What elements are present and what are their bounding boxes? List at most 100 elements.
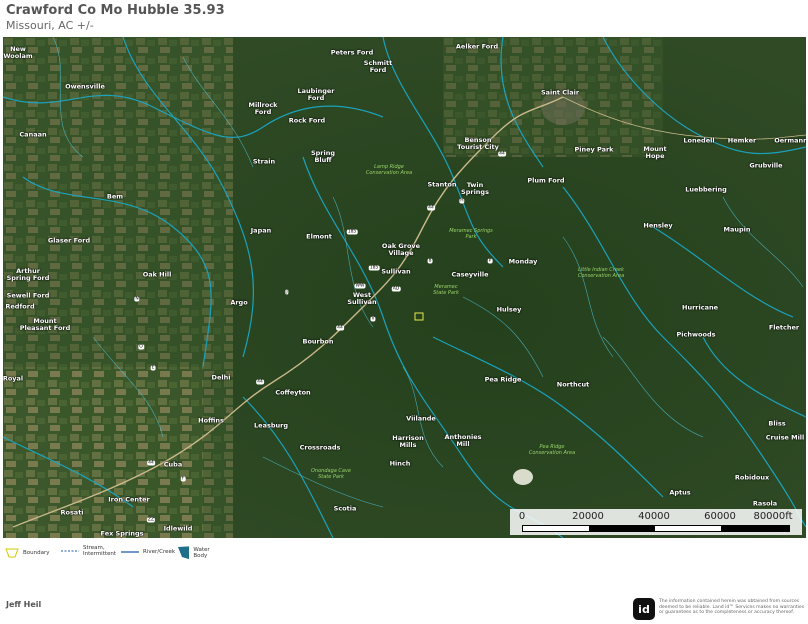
place-label: Japan [250, 226, 272, 235]
place-label: Saint Clair [540, 88, 580, 97]
scale-label-20000: 20000 [572, 511, 604, 522]
place-label: Twin Springs [461, 181, 489, 196]
place-label: Hinch [389, 459, 411, 468]
place-label: Bem [106, 192, 124, 201]
place-label: Crossroads [299, 443, 341, 452]
place-label: Laubinger Ford [297, 87, 335, 102]
place-label: Glaser Ford [47, 236, 91, 245]
place-label: Luebbering [685, 185, 727, 194]
water-body-icon [178, 546, 190, 560]
legend-river-label: River/Creek [143, 549, 176, 555]
road-shield: 8 [427, 258, 433, 264]
river-icon [121, 551, 139, 553]
place-label: Redford [5, 302, 35, 311]
place-label: Oak Grove Village [381, 242, 421, 257]
map-subtitle: Missouri, AC +/- [6, 19, 94, 32]
place-label: Northcut [556, 380, 590, 389]
place-label: Mount Pleasant Ford [19, 317, 71, 332]
place-label: Plum Ford [527, 176, 565, 185]
place-label: Scotia [333, 504, 357, 513]
road-shield: 44 [147, 460, 155, 466]
place-label: Hurricane [682, 303, 718, 312]
conservation-area-label: Onondaga Cave State Park [311, 468, 351, 480]
scale-label-80000: 80000ft [753, 511, 793, 522]
place-label: Delhi [211, 373, 231, 382]
place-label: Arthur Spring Ford [6, 267, 50, 282]
place-label: Hensley [643, 221, 673, 230]
legend-river: River/Creek [121, 548, 175, 556]
conservation-area-label: Lamp Ridge Conservation Area [365, 164, 413, 176]
place-label: Hoffins [198, 416, 224, 425]
scale-label-40000: 40000 [638, 511, 670, 522]
place-label: Benson Tourist City [457, 136, 499, 151]
scale-label-0: 0 [518, 511, 526, 522]
place-label: Idlewild [163, 524, 193, 533]
place-label: Stanton [427, 180, 457, 189]
place-label: Sullivan [381, 267, 411, 276]
place-label: Robidoux [734, 473, 770, 482]
place-label: Monday [508, 257, 538, 266]
scale-bar: 0 20000 40000 60000 80000ft [510, 509, 802, 535]
road-shield: 185 [346, 229, 358, 235]
conservation-area-label: Meramec Springs Park [449, 228, 493, 240]
conservation-area-label: Pea Ridge Conservation Area [528, 444, 576, 456]
place-label: Millrock Ford [248, 101, 278, 116]
place-label: Bourbon [302, 337, 334, 346]
land-id-logo: id [633, 598, 655, 620]
place-label: Harrison Mills [392, 434, 424, 449]
road-shield: WW [354, 283, 366, 289]
place-label: Fex Springs [100, 529, 144, 538]
place-label: Leasburg [254, 421, 288, 430]
legend-stream-label: Stream, Intermittent [83, 545, 117, 557]
legend-stream: Stream, Intermittent [61, 545, 116, 557]
place-label: Rosati [60, 508, 84, 517]
road-shield: 44 [336, 325, 344, 331]
place-label: Piney Park [574, 145, 614, 154]
place-label: Caseyville [451, 270, 489, 279]
place-label: Elmont [306, 232, 332, 241]
place-label: Maupin [723, 225, 751, 234]
satellite-map[interactable]: New Woolam Owensville Canaan Bem Glaser Ford A… [3, 37, 806, 538]
place-label: Grubville [749, 161, 783, 170]
road-shield: E [150, 365, 156, 371]
place-label: Viilande [406, 414, 436, 423]
map-title: Crawford Co Mo Hubble 35.93 [6, 3, 225, 18]
road-shield: 185 [368, 265, 380, 271]
place-label: Strain [252, 157, 276, 166]
place-label: Royal [3, 374, 24, 383]
place-label: Schmitt Ford [363, 59, 393, 74]
place-label: Peters Ford [330, 48, 374, 57]
place-label: Hulsey [496, 305, 522, 314]
place-label: Lonedell [683, 136, 715, 145]
place-label: Mount Hope [643, 145, 667, 160]
road-shield: 44 [498, 151, 506, 157]
scale-bar-graphic [522, 525, 790, 532]
legend-water-label: Water Body [193, 547, 210, 559]
boundary-icon [5, 548, 19, 558]
place-label: New Woolam [3, 45, 33, 60]
road-shield: O [138, 344, 144, 350]
place-label: Oermann [774, 136, 806, 145]
place-label: Cruise Mill [765, 433, 805, 442]
place-label: Cuba [163, 460, 183, 469]
place-label: Canaan [19, 130, 47, 139]
disclaimer-text: The information contained herein was obt… [659, 599, 805, 615]
conservation-area-label: Little Indian Creek Conservation Area [577, 267, 625, 279]
place-label: Spring Bluff [310, 149, 336, 164]
road-shield: P [487, 258, 493, 264]
place-label: Oak Hill [142, 270, 172, 279]
place-label: Pichwoods [676, 330, 716, 339]
place-label: Anthonies Mill [444, 433, 482, 448]
place-label: Rock Ford [288, 116, 326, 125]
place-label: Owensville [65, 82, 105, 91]
place-label: Sewell Ford [6, 291, 50, 300]
place-label: Coffeyton [275, 388, 311, 397]
place-label: Hemker [727, 136, 757, 145]
road-shield: V [370, 316, 376, 322]
place-label: Pea Ridge [484, 375, 522, 384]
scale-segment [721, 526, 789, 531]
road-shield: 44 [256, 379, 264, 385]
legend-water: Water Body [177, 545, 215, 561]
road-shield: ZZ [146, 517, 156, 523]
place-label: Rasola [752, 499, 778, 508]
